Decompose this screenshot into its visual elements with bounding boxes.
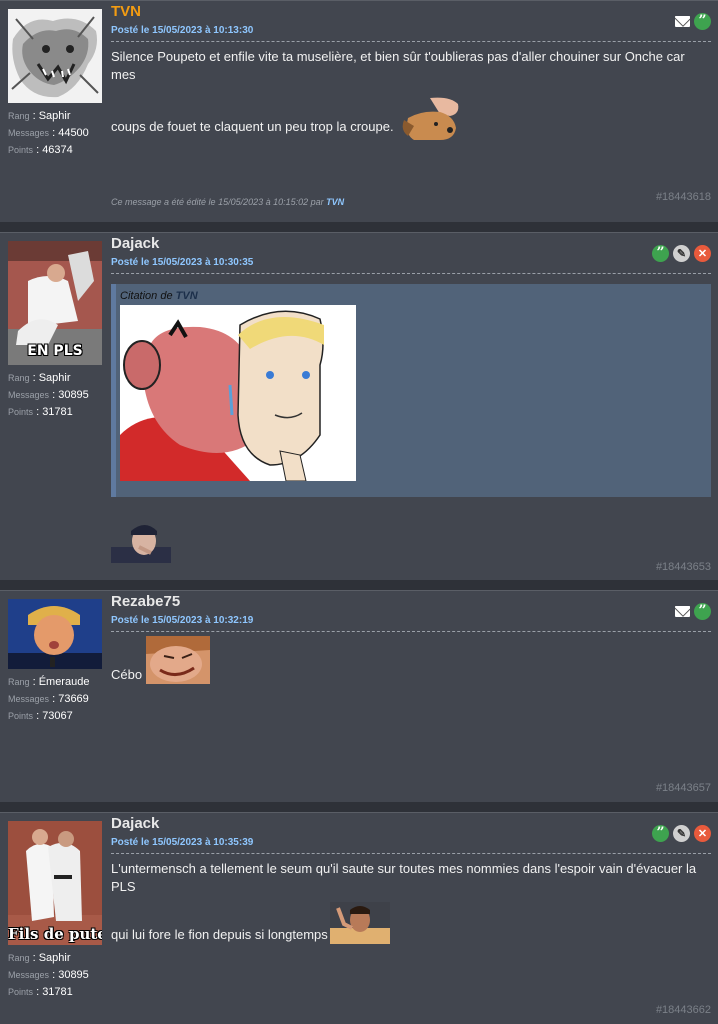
author-name[interactable]: Dajack <box>111 235 711 253</box>
message-line-1: L'untermensch a tellement le seum qu'il … <box>111 861 697 894</box>
rank: Rang : Saphir <box>8 372 71 384</box>
quote-icon[interactable]: ” <box>652 245 669 262</box>
post-date[interactable]: Posté le 15/05/2023 à 10:35:39 <box>111 837 711 854</box>
message-text: L'untermensch a tellement le seum qu'il … <box>111 860 711 944</box>
avatar-caption: Fils de pute <box>8 925 102 943</box>
facepalm-sticker <box>329 902 390 944</box>
edited-notice: Ce message a été édité le 15/05/2023 à 1… <box>111 197 345 207</box>
post-content: TVN Posté le 15/05/2023 à 10:13:30 Silen… <box>111 3 711 142</box>
post-18443653: EN PLS Rang : Saphir Messages : 30895 Po… <box>0 232 718 580</box>
edited-author-link[interactable]: TVN <box>326 197 344 207</box>
pencil-icon[interactable]: ✎ <box>673 825 690 842</box>
author-sidebar: EN PLS Rang : Saphir Messages : 30895 Po… <box>8 241 102 419</box>
points-count: Points : 46374 <box>8 144 73 156</box>
post-actions: ” <box>675 13 711 30</box>
message-line-2: coups de fouet te claquent un peu trop l… <box>111 119 394 134</box>
message-line-2: qui lui fore le fion depuis si longtemps <box>111 927 328 942</box>
avatar-caption: EN PLS <box>27 343 83 359</box>
post-actions: ” ✎ ✕ <box>652 245 711 262</box>
messages-count: Messages : 44500 <box>8 127 89 139</box>
avatar[interactable] <box>8 599 102 669</box>
author-name[interactable]: TVN <box>111 3 711 21</box>
post-id[interactable]: #18443653 <box>656 561 711 573</box>
post-actions: ” <box>675 603 711 620</box>
laughing-sticker <box>146 636 211 684</box>
dog-sticker <box>400 96 460 142</box>
close-icon[interactable]: ✕ <box>694 825 711 842</box>
post-actions: ” ✎ ✕ <box>652 825 711 842</box>
post-content: Dajack Posté le 15/05/2023 à 10:35:39 L'… <box>111 815 711 944</box>
post-18443662: Fils de pute Rang : Saphir Messages : 30… <box>0 812 718 1024</box>
quote-author-link[interactable]: TVN <box>176 290 198 302</box>
close-icon[interactable]: ✕ <box>694 245 711 262</box>
author-name[interactable]: Dajack <box>111 815 711 833</box>
post-date[interactable]: Posté le 15/05/2023 à 10:32:19 <box>111 615 711 632</box>
post-date[interactable]: Posté le 15/05/2023 à 10:13:30 <box>111 25 711 42</box>
message-line-1: Silence Poupeto et enfile vite ta museli… <box>111 49 685 82</box>
messages-count: Messages : 30895 <box>8 969 89 981</box>
message-line-2-row: qui lui fore le fion depuis si longtemps <box>111 898 711 944</box>
avatar[interactable] <box>8 9 102 103</box>
quote-icon[interactable]: ” <box>694 603 711 620</box>
pencil-icon[interactable]: ✎ <box>673 245 690 262</box>
message-line-2-row: coups de fouet te claquent un peu trop l… <box>111 86 711 142</box>
post-id[interactable]: #18443657 <box>656 782 711 794</box>
post-date[interactable]: Posté le 15/05/2023 à 10:30:35 <box>111 257 711 274</box>
post-18443657: Rang : Émeraude Messages : 73669 Points … <box>0 590 718 802</box>
rank: Rang : Saphir <box>8 952 71 964</box>
envelope-icon[interactable] <box>675 16 690 27</box>
rank: Rang : Saphir <box>8 110 71 122</box>
post-18443618: Rang : Saphir Messages : 44500 Points : … <box>0 0 718 222</box>
author-name[interactable]: Rezabe75 <box>111 593 711 611</box>
messages-count: Messages : 30895 <box>8 389 89 401</box>
author-sidebar: Rang : Émeraude Messages : 73669 Points … <box>8 599 102 723</box>
post-content: Rezabe75 Posté le 15/05/2023 à 10:32:19 … <box>111 593 711 684</box>
avatar[interactable]: Fils de pute <box>8 821 102 945</box>
points-count: Points : 31781 <box>8 406 73 418</box>
points-count: Points : 31781 <box>8 986 73 998</box>
envelope-icon[interactable] <box>675 606 690 617</box>
message-line-1: Cébo <box>111 667 143 682</box>
quote-citation: Citation de TVN <box>120 290 198 302</box>
author-sidebar: Rang : Saphir Messages : 44500 Points : … <box>8 9 102 157</box>
message-text: Cébo <box>111 636 711 684</box>
avatar[interactable]: EN PLS <box>8 241 102 365</box>
post-id[interactable]: #18443618 <box>656 191 711 203</box>
author-sidebar: Fils de pute Rang : Saphir Messages : 30… <box>8 821 102 999</box>
putin-sticker <box>111 519 171 563</box>
quote-block: Citation de TVN <box>111 284 711 497</box>
post-id[interactable]: #18443662 <box>656 1004 711 1016</box>
quote-icon[interactable]: ” <box>652 825 669 842</box>
post-content: Dajack Posté le 15/05/2023 à 10:30:35 Ci… <box>111 235 711 563</box>
messages-count: Messages : 73669 <box>8 693 89 705</box>
points-count: Points : 73067 <box>8 710 73 722</box>
message-text: Silence Poupeto et enfile vite ta museli… <box>111 48 711 142</box>
quote-icon[interactable]: ” <box>694 13 711 30</box>
rank: Rang : Émeraude <box>8 676 90 688</box>
quoted-image <box>120 305 356 482</box>
